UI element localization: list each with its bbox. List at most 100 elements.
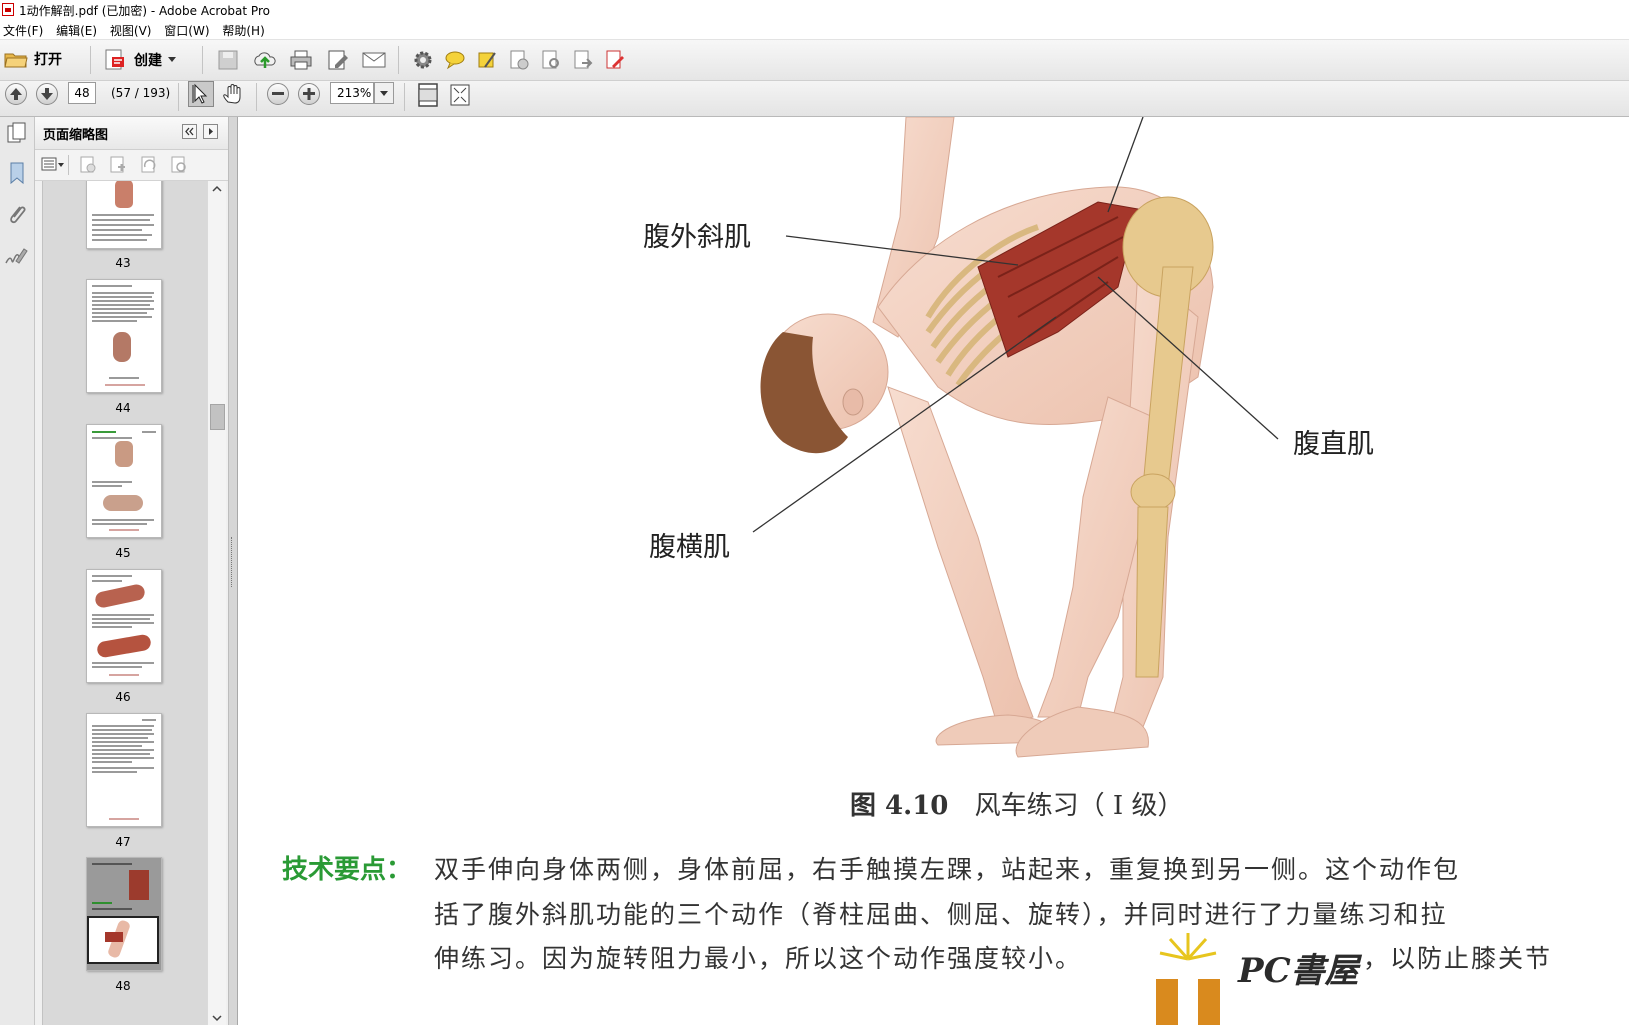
toolbar-divider: [202, 46, 203, 74]
save-icon[interactable]: [217, 49, 239, 71]
minus-icon: [272, 92, 284, 95]
zoom-out-button[interactable]: [267, 83, 289, 105]
cursor-icon: [192, 83, 208, 104]
panel-splitter[interactable]: [228, 117, 238, 1025]
navigation-toolbar: 48 (57 / 193) 213%: [0, 81, 1629, 117]
page-number-input[interactable]: 48: [68, 82, 96, 104]
thumbnail-list: 43 44 45 46 47 48: [42, 181, 208, 1025]
delete-page-icon[interactable]: [78, 155, 98, 175]
toolbar-divider: [256, 83, 257, 111]
create-pdf-icon: [105, 49, 124, 70]
document-search-icon[interactable]: [540, 49, 562, 71]
thumbnail-page-number: 48: [115, 979, 131, 993]
collapse-panel-button[interactable]: [182, 124, 197, 139]
insert-page-icon[interactable]: [108, 155, 128, 175]
signature-icon[interactable]: [4, 245, 28, 269]
label-oblique: 腹外斜肌: [643, 222, 751, 253]
watermark-text: PC書屋: [1238, 951, 1359, 991]
toolbar-divider: [68, 155, 69, 175]
plus-icon: [303, 88, 315, 100]
create-button[interactable]: 创建: [104, 49, 176, 71]
zoom-dropdown-button[interactable]: [374, 82, 394, 104]
caption-number: 图 4.10: [850, 791, 949, 821]
open-button[interactable]: 打开: [4, 49, 62, 69]
zoom-in-button[interactable]: [298, 83, 320, 105]
menu-help[interactable]: 帮助(H): [219, 20, 270, 39]
arrow-up-icon: [10, 88, 22, 100]
double-chevron-left-icon: [185, 127, 194, 136]
scroll-down-icon[interactable]: [211, 1013, 223, 1023]
toolbar-divider: [90, 46, 91, 74]
thumbnail-scrollbar[interactable]: [207, 181, 226, 1025]
gear-icon[interactable]: [412, 49, 434, 71]
menu-window[interactable]: 窗口(W): [161, 20, 215, 39]
create-label: 创建: [134, 53, 162, 69]
scrollbar-thumb[interactable]: [210, 404, 225, 430]
cloud-upload-icon[interactable]: [252, 48, 278, 70]
hand-tool-icon[interactable]: [220, 82, 246, 108]
bookmark-icon[interactable]: [6, 161, 28, 185]
select-tool-button[interactable]: [188, 81, 214, 107]
body-line-1: 双手伸向身体两侧，身体前屈，右手触摸左踝，站起来，重复换到另一侧。这个动作包: [434, 855, 1461, 884]
panel-title: 页面缩略图: [43, 128, 109, 143]
page-thumbnail[interactable]: [86, 424, 162, 538]
panel-header: 页面缩略图: [35, 117, 228, 150]
scroll-up-icon[interactable]: [211, 184, 223, 194]
sign-icon[interactable]: [476, 49, 498, 71]
pdf-file-icon: [2, 3, 14, 16]
document-export-icon[interactable]: [572, 49, 594, 71]
label-rectus: 腹直肌: [1293, 429, 1374, 460]
extract-page-icon[interactable]: [169, 155, 189, 175]
document-remove-icon[interactable]: [508, 49, 530, 71]
main-toolbar: 打开 创建: [0, 40, 1629, 81]
toolbar-divider: [178, 83, 179, 111]
chevron-right-icon: [209, 128, 213, 135]
thumbnail-page-number: 44: [115, 401, 131, 415]
menu-edit[interactable]: 编辑(E): [53, 20, 103, 39]
sunburst-logo-icon: [1156, 933, 1220, 1025]
body-line-2: 括了腹外斜肌功能的三个动作（脊柱屈曲、侧屈、旋转），并同时进行了力量练习和拉: [434, 900, 1448, 929]
paperclip-icon[interactable]: [6, 203, 28, 227]
rotate-page-icon[interactable]: [139, 155, 159, 175]
page-thumbnails-panel: 页面缩略图 43 44 45 46 47 48: [35, 117, 228, 1025]
page-thumbnail[interactable]: [86, 569, 162, 683]
menu-file[interactable]: 文件(F): [0, 20, 49, 39]
figure-caption: 图 4.10 风车练习（ Ⅰ 级）: [850, 785, 1183, 822]
thumbnail-page-number: 46: [115, 690, 131, 704]
page-thumbnails-icon[interactable]: [6, 121, 28, 145]
page-thumbnail[interactable]: [86, 181, 162, 249]
caption-text: 风车练习（ Ⅰ 级）: [974, 791, 1184, 821]
toolbar-divider: [398, 46, 399, 74]
fit-page-icon[interactable]: [416, 82, 440, 108]
page-range-label: (57 / 193): [111, 86, 171, 100]
previous-page-button[interactable]: [5, 83, 27, 105]
edit-document-icon[interactable]: [327, 49, 349, 71]
thumbnail-page-number: 45: [115, 546, 131, 560]
email-icon[interactable]: [362, 50, 386, 70]
chevron-down-icon: [380, 91, 388, 96]
panel-toolbar: [35, 150, 228, 181]
page-thumbnail[interactable]: [86, 279, 162, 393]
body-line-3-tail: ，以防止膝关节: [1363, 944, 1553, 973]
menu-view[interactable]: 视图(V): [107, 20, 158, 39]
window-title: 1动作解剖.pdf (已加密) - Adobe Acrobat Pro: [19, 4, 270, 18]
next-page-button[interactable]: [36, 83, 58, 105]
toolbar-divider: [404, 83, 405, 111]
arrow-down-icon: [41, 88, 53, 100]
comment-icon[interactable]: [444, 49, 466, 71]
thumbnail-page-number: 43: [115, 256, 131, 270]
document-edit-icon[interactable]: [604, 49, 626, 71]
print-icon[interactable]: [289, 49, 313, 71]
full-screen-icon[interactable]: [448, 82, 472, 108]
thumbnail-page-number: 47: [115, 835, 131, 849]
watermark-logo: PC書屋: [1148, 929, 1378, 1025]
page-thumbnail-selected[interactable]: [86, 857, 162, 971]
thumbnail-options-icon[interactable]: [41, 156, 65, 174]
menu-bar: 文件(F) 编辑(E) 视图(V) 窗口(W) 帮助(H): [0, 20, 1629, 40]
zoom-level-input[interactable]: 213%: [330, 82, 374, 104]
panel-options-button[interactable]: [203, 124, 218, 139]
anatomy-figure: [752, 117, 1279, 758]
document-view: 腹外斜肌 腹直肌 腹横肌 图 4.10 风车练习（ Ⅰ 级） 技术要点： 双手伸…: [238, 117, 1629, 1025]
section-heading: 技术要点：: [282, 855, 413, 885]
page-thumbnail[interactable]: [86, 713, 162, 827]
